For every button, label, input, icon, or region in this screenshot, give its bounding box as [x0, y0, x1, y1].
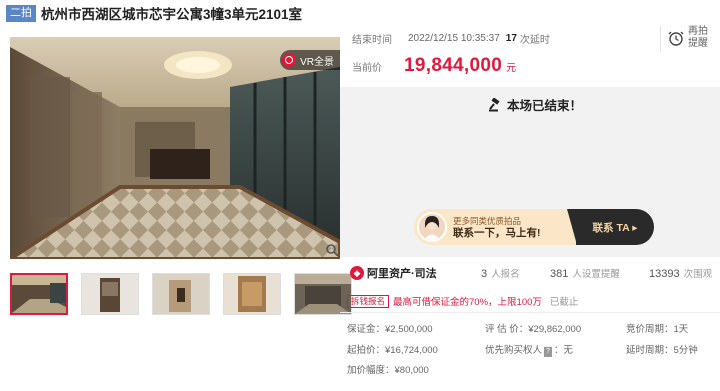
price-unit: 元 [506, 63, 517, 74]
signup-count: 3 人报名 [481, 268, 520, 280]
vr-label: VR全景 [300, 56, 334, 68]
vr-view-button[interactable]: VR全景 [280, 50, 340, 70]
thumbnail-2[interactable] [81, 273, 139, 315]
priority-buyer: 优先购买权人? ：无 [485, 345, 573, 357]
contact-button[interactable]: 联系 TA ▸ [567, 209, 654, 245]
gavel-icon [489, 97, 500, 111]
stats-row: ◆ 阿里资产·司法 3 人报名 381 人设置提醒 13393 次围观 [350, 263, 720, 283]
agent-avatar [417, 212, 447, 242]
thumbnail-4[interactable] [223, 273, 281, 315]
promo-subtitle: 更多同类优质拍品 [453, 216, 522, 226]
promo-title: 联系一下，马上有! [453, 227, 541, 239]
thumbnail-strip [10, 273, 365, 315]
remind-label: 再拍提醒 [688, 26, 708, 49]
page-title: 杭州市西湖区城市芯宇公寓3幢3单元2101室 [41, 7, 303, 22]
price-label: 当前价 [352, 63, 382, 74]
round-badge: 二拍 [6, 4, 36, 22]
vr-icon [282, 53, 297, 67]
thumbnail-1[interactable] [10, 273, 68, 315]
platform-logo: ◆ 阿里资产·司法 [350, 265, 437, 281]
promo-text: 更多同类优质拍品 联系一下，马上有! [453, 215, 541, 239]
thumbnail-5[interactable] [294, 273, 352, 315]
divider [660, 26, 661, 52]
current-price-row: 当前价 19,844,000 元 [352, 55, 516, 77]
end-time-label: 结束时间 [352, 35, 392, 46]
start-price: 起拍价：¥16,724,000 [347, 345, 438, 356]
zoom-icon[interactable] [325, 243, 339, 257]
bid-increment: 加价幅度：¥80,000 [347, 365, 429, 376]
deposit: 保证金：¥2,500,000 [347, 324, 433, 335]
loan-notice[interactable]: 拆钱报名 最高可借保证金的70%，上限100万 已截止 [347, 294, 578, 308]
notice-status: 已截止 [549, 297, 579, 308]
contact-promo-banner[interactable]: 更多同类优质拍品 联系一下，马上有! 联系 TA ▸ [414, 209, 654, 245]
bid-period: 竞价周期：1天 [626, 324, 689, 335]
main-photo[interactable]: VR全景 [10, 37, 340, 259]
thumbnail-3[interactable] [152, 273, 210, 315]
auction-ended-status: 本场已结束！ [488, 95, 582, 114]
title-row: 二拍 杭州市西湖区城市芯宇公寓3幢3单元2101室 [6, 3, 302, 23]
reminder-count: 381 人设置提醒 [550, 268, 620, 280]
delay-period: 延时周期：5分钟 [626, 345, 698, 356]
current-price: 19,844,000 [404, 55, 503, 76]
extension-count: 17 [505, 33, 517, 44]
notice-text: 最高可借保证金的70%，上限100万 [393, 297, 542, 308]
extension-label: 次延时 [519, 35, 550, 46]
lobby-photo [10, 37, 340, 259]
view-count: 13393 次围观 [649, 268, 713, 280]
platform-name: 阿里资产·司法 [367, 268, 437, 280]
alarm-clock-icon [668, 31, 684, 46]
auction-status-panel: 本场已结束！ 更多同类优质拍品 联系一下，马上有! 联系 TA ▸ [340, 87, 720, 257]
ali-logo-icon: ◆ [350, 266, 364, 280]
appraisal-price: 评 估 价：¥29,862,000 [485, 324, 582, 335]
divider [340, 312, 720, 313]
notice-tag: 拆钱报名 [347, 294, 390, 308]
ended-text: 本场已结束！ [507, 99, 583, 113]
end-time-value: 2022/12/15 10:35:37 [408, 33, 500, 44]
help-icon[interactable]: ? [544, 347, 552, 357]
end-time-row: 结束时间 2022/12/15 10:35:37 17 次延时 [352, 31, 550, 46]
remind-button[interactable]: 再拍提醒 [668, 26, 710, 50]
